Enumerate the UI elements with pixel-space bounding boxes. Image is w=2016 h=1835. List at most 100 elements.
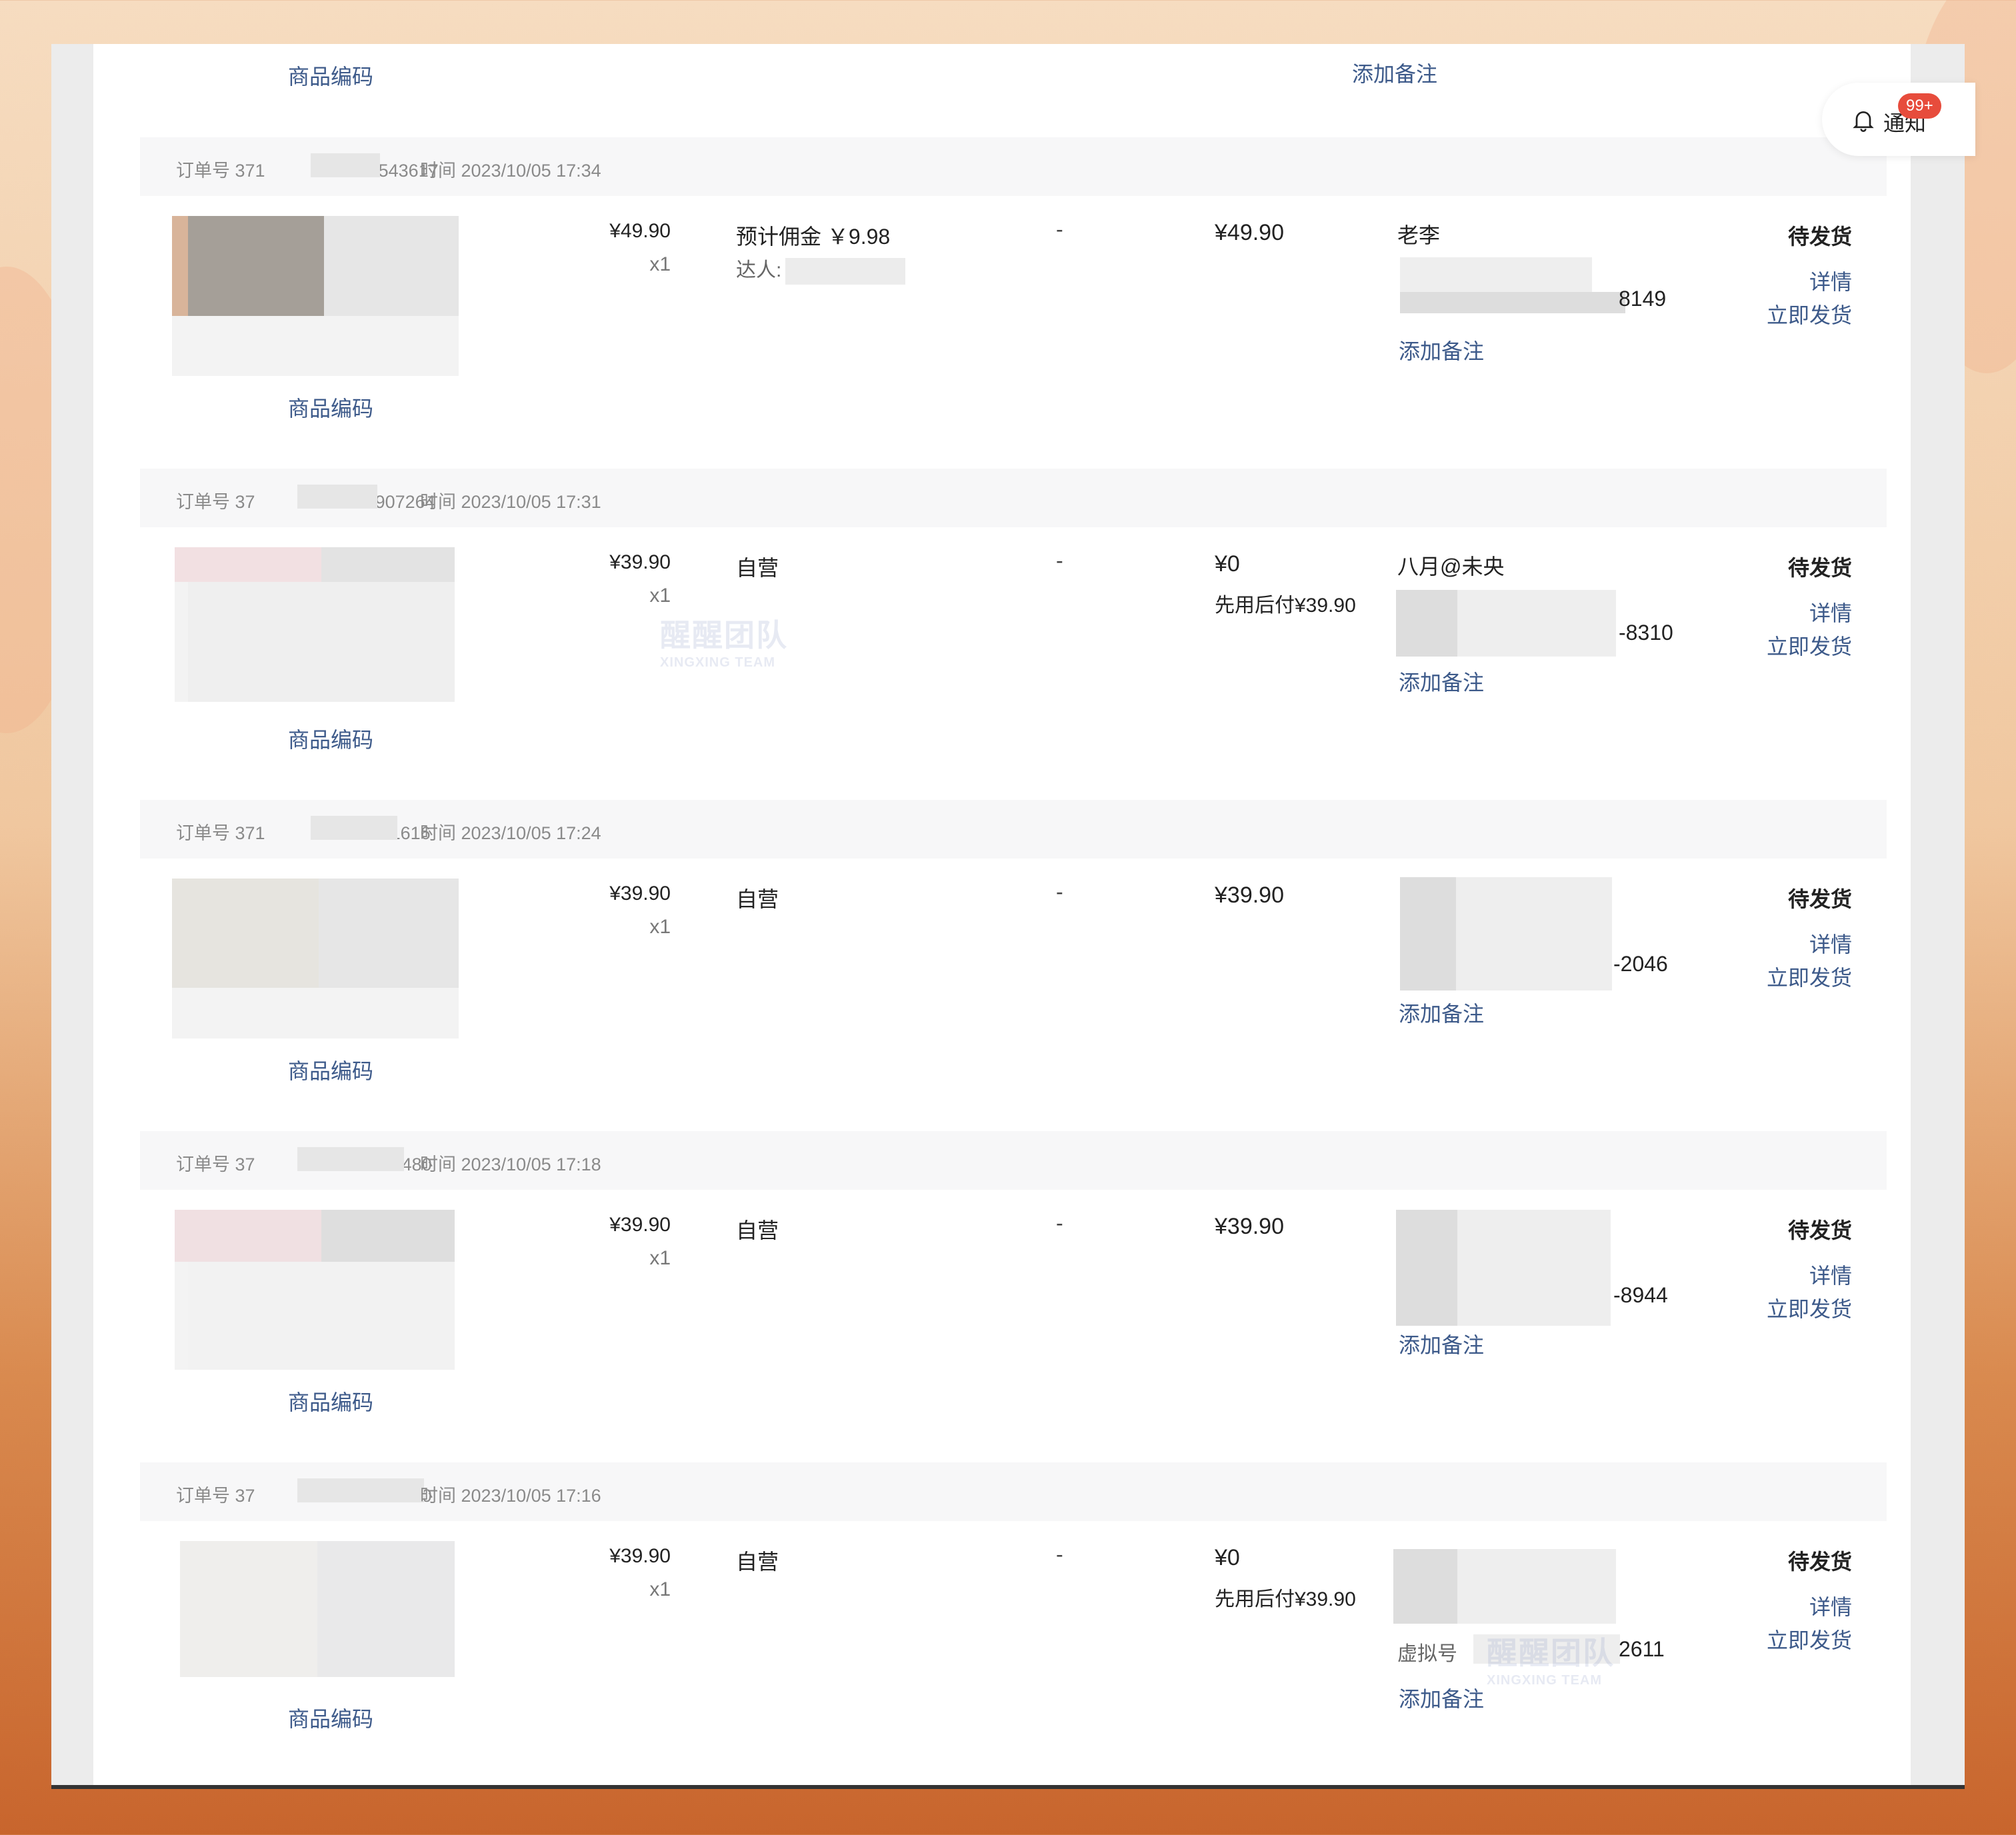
- detail-link[interactable]: 详情: [1809, 265, 1852, 296]
- redacted-address: [1400, 292, 1625, 313]
- buyer-name: 八月@未央: [1397, 555, 1505, 579]
- influencer-label: 达人:: [736, 253, 906, 285]
- redacted-address: [1400, 877, 1456, 990]
- thumb-block: [180, 1541, 317, 1677]
- thumb-block: [175, 547, 321, 582]
- order-time: 时间 2023/10/05 17:34: [420, 161, 601, 181]
- product-code-link[interactable]: 商品编码: [288, 60, 373, 91]
- ship-now-link[interactable]: 立即发货: [1767, 299, 1852, 329]
- thumb-block: [321, 547, 455, 582]
- watermark: 醒醒团队 XINGXING TEAM: [1487, 1636, 1615, 1688]
- thumb-block: [175, 1210, 321, 1262]
- order-time: 时间 2023/10/05 17:24: [420, 823, 601, 843]
- product-code-link[interactable]: 商品编码: [288, 1386, 373, 1416]
- product-code-link[interactable]: 商品编码: [288, 392, 373, 423]
- redacted-address: [1393, 1549, 1457, 1624]
- redacted-address: [1396, 1210, 1457, 1326]
- unit-price: ¥49.90: [609, 220, 671, 242]
- ship-now-link[interactable]: 立即发货: [1767, 630, 1852, 661]
- add-note-link[interactable]: 添加备注: [1399, 1328, 1484, 1359]
- unit-price: ¥39.90: [609, 1214, 671, 1236]
- watermark: 醒醒团队 XINGXING TEAM: [660, 618, 788, 670]
- order-status: 待发货: [1787, 556, 1852, 580]
- quantity: x1: [649, 916, 671, 938]
- order-list-panel: 商品编码 添加备注 订单号 371 0458543617 时间 2023/10/0…: [93, 44, 1911, 1785]
- detail-link[interactable]: 详情: [1809, 1590, 1852, 1621]
- thumb-block: [188, 216, 324, 316]
- ship-now-link[interactable]: 立即发货: [1767, 1292, 1852, 1323]
- order-id: 订单号 371 0458543617: [176, 161, 439, 181]
- thumb-block: [172, 879, 319, 988]
- thumb-block: [188, 582, 455, 702]
- notification-button[interactable]: 通知 99+: [1822, 83, 1975, 156]
- order-card: 订单号 37 7444907264 时间 2023/10/05 17:31 商品编…: [140, 469, 1887, 799]
- virtual-number-label: 虚拟号: [1397, 1643, 1457, 1665]
- add-note-link[interactable]: 添加备注: [1352, 57, 1437, 88]
- product-code-link[interactable]: 商品编码: [288, 1702, 373, 1733]
- paid-amount: ¥39.90: [1215, 883, 1284, 908]
- redacted-block: [785, 258, 906, 285]
- seller-type: 自营: [736, 556, 779, 580]
- thumb-block: [172, 216, 188, 316]
- product-thumbnail[interactable]: [175, 1210, 455, 1370]
- quantity: x1: [649, 1247, 671, 1269]
- order-card: 订单号 37144911616 时间 2023/10/05 17:24 商品编码…: [140, 800, 1887, 1130]
- redacted-block: [297, 485, 377, 509]
- seller-type: 自营: [736, 1218, 779, 1242]
- phone-suffix: -8944: [1613, 1283, 1668, 1307]
- order-time: 时间 2023/10/05 17:18: [420, 1154, 601, 1174]
- discount-value: -: [1056, 1211, 1063, 1235]
- ship-now-link[interactable]: 立即发货: [1767, 961, 1852, 992]
- order-card: 订单号 371 0458543617 时间 2023/10/05 17:34 商品…: [140, 137, 1887, 468]
- order-time: 时间 2023/10/05 17:16: [420, 1486, 601, 1506]
- order-header: 订单号 370644480 时间 2023/10/05 17:18: [140, 1131, 1887, 1190]
- quantity: x1: [649, 253, 671, 275]
- add-note-link[interactable]: 添加备注: [1399, 1682, 1484, 1713]
- order-status: 待发货: [1787, 225, 1852, 249]
- detail-link[interactable]: 详情: [1809, 1259, 1852, 1290]
- bell-icon: [1853, 111, 1874, 132]
- order-status: 待发货: [1787, 1550, 1852, 1574]
- discount-value: -: [1056, 880, 1063, 904]
- commission-text: 预计佣金 ￥9.98: [736, 225, 891, 249]
- unit-price: ¥39.90: [609, 883, 671, 905]
- buyer-name: 老李: [1397, 223, 1441, 247]
- redacted-block: [297, 1478, 424, 1502]
- redacted-block: [297, 1147, 404, 1171]
- detail-link[interactable]: 详情: [1809, 928, 1852, 958]
- paid-amount: ¥0: [1215, 551, 1240, 577]
- thumb-block: [324, 216, 459, 316]
- add-note-link[interactable]: 添加备注: [1399, 666, 1484, 697]
- thumb-block: [317, 1541, 455, 1677]
- add-note-link[interactable]: 添加备注: [1399, 997, 1484, 1028]
- redacted-block: [311, 153, 380, 177]
- product-code-link[interactable]: 商品编码: [288, 723, 373, 754]
- order-time: 时间 2023/10/05 17:31: [420, 492, 601, 512]
- pay-later-amount: 先用后付¥39.90: [1215, 595, 1356, 617]
- product-thumbnail[interactable]: [172, 216, 459, 376]
- thumb-block: [319, 879, 459, 988]
- order-header: 订单号 37 7444907264 时间 2023/10/05 17:31: [140, 469, 1887, 527]
- paid-amount: ¥0: [1215, 1545, 1240, 1570]
- detail-link[interactable]: 详情: [1809, 597, 1852, 627]
- thumb-block: [188, 1262, 455, 1370]
- product-thumbnail[interactable]: [180, 1541, 455, 1677]
- product-thumbnail[interactable]: [175, 547, 455, 702]
- quantity: x1: [649, 1578, 671, 1600]
- order-header: 订单号 37144911616 时间 2023/10/05 17:24: [140, 800, 1887, 859]
- thumb-block: [321, 1210, 455, 1262]
- phone-suffix: -8310: [1619, 621, 1673, 645]
- seller-type: 自营: [736, 887, 779, 911]
- order-status: 待发货: [1787, 887, 1852, 911]
- phone-suffix: 2611: [1619, 1637, 1665, 1661]
- product-code-link[interactable]: 商品编码: [288, 1054, 373, 1085]
- ship-now-link[interactable]: 立即发货: [1767, 1624, 1852, 1654]
- order-card: 订单号 3734880 时间 2023/10/05 17:16 商品编码 ¥39…: [140, 1462, 1887, 1785]
- product-thumbnail[interactable]: [172, 879, 459, 1038]
- add-note-link[interactable]: 添加备注: [1399, 335, 1484, 365]
- redacted-address: [1396, 590, 1457, 657]
- order-header: 订单号 3734880 时间 2023/10/05 17:16: [140, 1462, 1887, 1521]
- unit-price: ¥39.90: [609, 551, 671, 573]
- quantity: x1: [649, 585, 671, 607]
- phone-suffix: -2046: [1613, 952, 1668, 976]
